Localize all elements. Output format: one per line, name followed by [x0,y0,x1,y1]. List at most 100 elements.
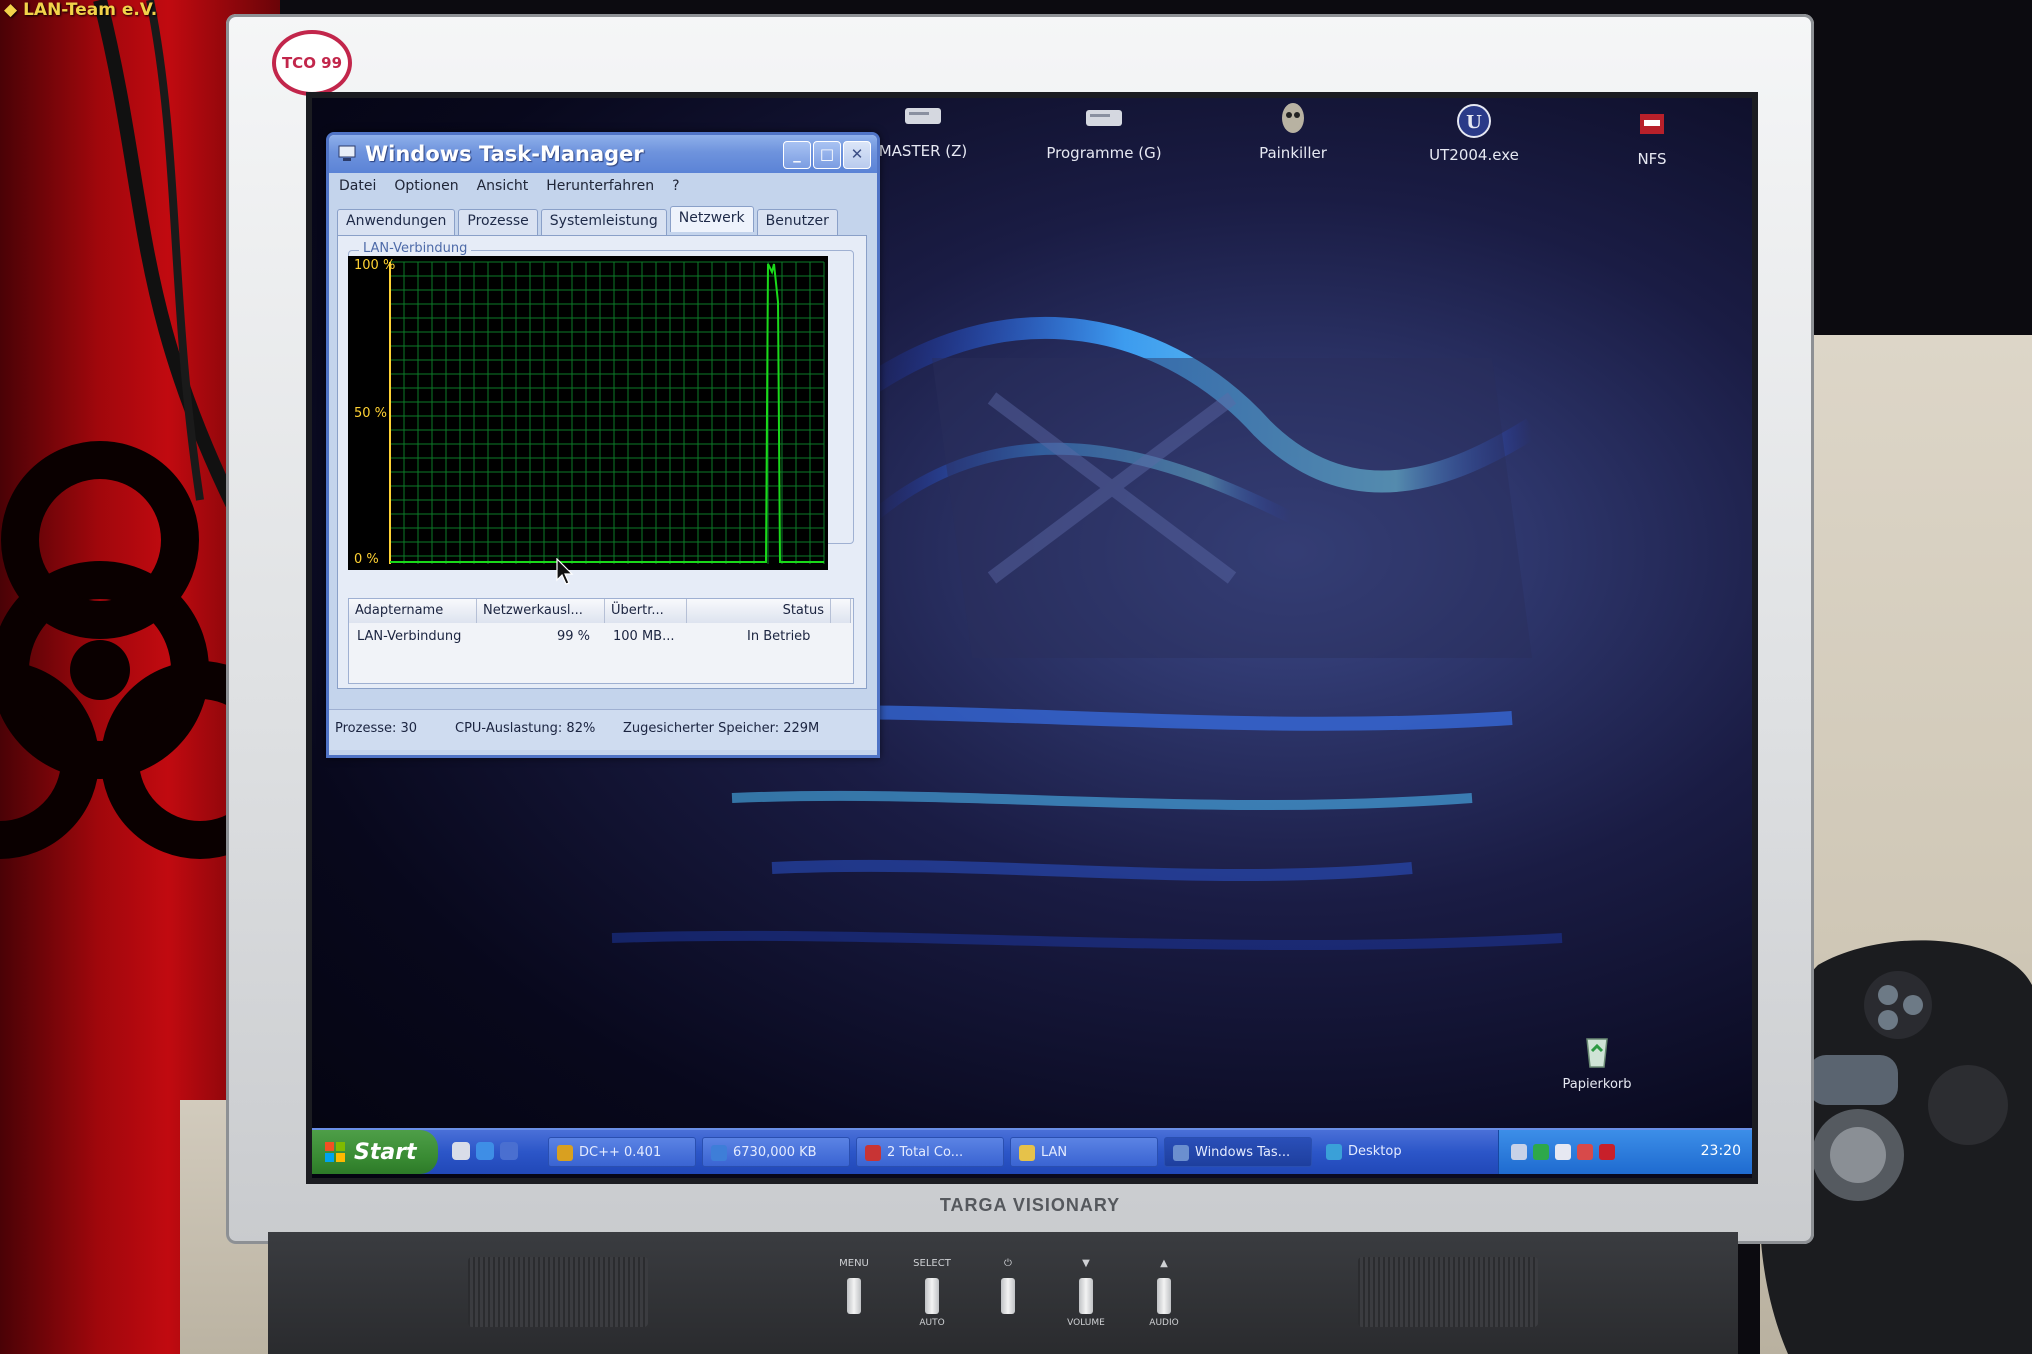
menu-bar: Datei Optionen Ansicht Herunterfahren ? [329,173,877,199]
tray-volume-icon[interactable] [1555,1144,1571,1160]
system-tray: 23:20 [1498,1130,1752,1174]
tray-network-icon[interactable] [1533,1144,1549,1160]
monitor-button-knob [925,1278,939,1314]
taskbar-button-label: DC++ 0.401 [579,1145,662,1160]
monitor-button-label: SELECT [913,1258,951,1269]
start-button[interactable]: Start [312,1130,438,1174]
taskbar-button-total-commander[interactable]: 2 Total Co... [856,1137,1004,1167]
tray-antivirus-icon[interactable] [1599,1144,1615,1160]
monitor-select-button[interactable]: SELECT AUTO [902,1258,962,1328]
windows-logo-icon [325,1142,345,1162]
desktop-icon-label: UT2004.exe [1429,146,1519,164]
quicklaunch-desktop-icon[interactable] [452,1142,470,1160]
network-utilization-graph: 100 % 50 % 0 % [348,256,828,570]
network-drive-icon [905,108,941,124]
column-header-adaptername[interactable]: Adaptername [349,599,477,623]
network-tab-panel: LAN-Verbindung 100 % 50 % 0 % Adapternam… [337,235,867,689]
clock: 23:20 [1700,1143,1741,1159]
monitor-volume-up-button[interactable]: ▲ AUDIO [1134,1258,1194,1328]
desktop-icon-painkiller[interactable]: Painkiller [1218,100,1368,162]
arrow-up-icon: ▲ [1160,1258,1168,1269]
taskbar-button-label: Desktop [1348,1144,1402,1159]
desktop-icon-label: NFS [1637,150,1667,168]
taskbar-button-label: Windows Tas... [1195,1145,1291,1160]
taskbar-button-label: LAN [1041,1145,1068,1160]
quicklaunch-ie-icon[interactable] [476,1142,494,1160]
desktop-icon-label: Papierkorb [1562,1077,1632,1092]
quicklaunch-media-icon[interactable] [500,1142,518,1160]
tray-arrow-icon[interactable] [1511,1144,1527,1160]
monitor-button-knob [1001,1278,1015,1314]
column-header-status[interactable]: Status [687,599,831,623]
graph-canvas [389,261,825,564]
app-icon [1173,1145,1189,1161]
desktop-screen: MASTER (Z) Programme (G) Painkiller U UT… [306,92,1758,1184]
task-manager-titlebar[interactable]: Windows Task-Manager _ □ ✕ [329,135,877,173]
app-icon [711,1145,727,1161]
menu-optionen[interactable]: Optionen [394,178,458,194]
cell-speed: 100 MB... [613,629,675,644]
monitor-button-sublabel: AUDIO [1149,1318,1179,1328]
taskbar-button-label: 2 Total Co... [887,1145,964,1160]
desktop-icon-label: MASTER (Z) [878,142,968,160]
minimize-button[interactable]: _ [783,141,811,169]
monitor-button-label: MENU [839,1258,869,1269]
mouse-cursor-icon [556,558,574,585]
y-label-0: 0 % [354,552,379,567]
tab-netzwerk[interactable]: Netzwerk [669,206,754,232]
watermark-text: LAN-Team e.V. [23,0,158,20]
column-header-netzwerkauslastung[interactable]: Netzwerkausl... [477,599,605,623]
desktop-icon-nfs[interactable]: NFS [1577,106,1727,168]
tab-systemleistung[interactable]: Systemleistung [540,209,667,235]
menu-help[interactable]: ? [672,178,679,194]
y-label-50: 50 % [354,406,388,421]
monitor-power-button[interactable]: ⏻ [978,1258,1038,1318]
desktop-icon-papierkorb[interactable]: Papierkorb [1522,1033,1672,1092]
monitor-menu-button[interactable]: MENU [824,1258,884,1318]
monitor-brand: TARGA VISIONARY [939,1195,1121,1215]
tab-benutzer[interactable]: Benutzer [756,209,838,235]
app-icon [557,1145,573,1161]
desktop-icon-label: Programme (G) [1046,144,1162,162]
speaker-grille-right [1358,1257,1538,1327]
menu-ansicht[interactable]: Ansicht [477,178,529,194]
taskbar-button-label: 6730,000 KB [733,1145,817,1160]
taskbar-button-lan-folder[interactable]: LAN [1010,1137,1158,1167]
column-header-filler [831,599,851,623]
status-bar: Prozesse: 30 CPU-Auslastung: 82% Zugesic… [329,709,877,750]
recycle-bin-icon [1586,1038,1608,1068]
taskbar: Start DC++ 0.401 6730,000 KB 2 Total Co.… [312,1128,1752,1174]
menu-datei[interactable]: Datei [339,178,376,194]
tco-badge-text: TCO 99 [281,54,343,72]
taskbar-button-task-manager[interactable]: Windows Tas... [1164,1137,1312,1167]
tco-badge: TCO 99 [272,30,352,96]
arrow-down-icon: ▼ [1082,1258,1090,1269]
close-button[interactable]: ✕ [843,141,871,169]
speaker-grille-left [468,1257,648,1327]
svg-text:U: U [1466,112,1482,133]
tray-app-icon[interactable] [1577,1144,1593,1160]
tab-prozesse[interactable]: Prozesse [458,209,538,235]
column-header-uebertragungsrate[interactable]: Übertr... [605,599,687,623]
desktop-icon-ut2004[interactable]: U UT2004.exe [1399,102,1549,164]
desktop-icon-programme-drive[interactable]: Programme (G) [1029,100,1179,162]
monitor-volume-down-button[interactable]: ▼ VOLUME [1056,1258,1116,1328]
task-manager-window[interactable]: Windows Task-Manager _ □ ✕ Datei Optione… [326,132,880,758]
window-title: Windows Task-Manager [365,142,644,166]
app-icon [865,1145,881,1161]
menu-herunterfahren[interactable]: Herunterfahren [546,178,654,194]
cell-status: In Betrieb [747,629,811,644]
status-processes: Prozesse: 30 [335,721,418,736]
taskbar-button-download[interactable]: 6730,000 KB [702,1137,850,1167]
monitor-button-knob [1157,1278,1171,1314]
taskbar-button-dcpp[interactable]: DC++ 0.401 [548,1137,696,1167]
folder-icon [1019,1145,1035,1161]
desktop-toolbar[interactable]: Desktop [1318,1137,1438,1167]
y-label-100: 100 % [354,258,396,273]
task-manager-app-icon [338,145,356,161]
nfs-game-icon [1640,114,1664,134]
tab-anwendungen[interactable]: Anwendungen [337,209,456,235]
monitor-button-sublabel: VOLUME [1067,1318,1105,1328]
painkiller-game-icon [1282,103,1304,133]
maximize-button[interactable]: □ [813,141,841,169]
